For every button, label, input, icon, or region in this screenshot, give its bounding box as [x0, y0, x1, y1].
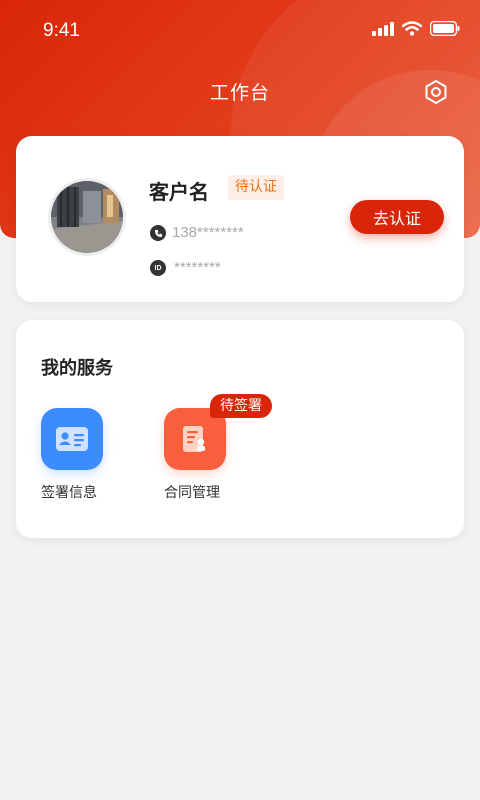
phone-icon	[150, 225, 166, 241]
phone-number: 138********	[172, 224, 244, 241]
gear-icon	[425, 80, 447, 104]
avatar	[48, 178, 126, 256]
id-card-icon	[41, 408, 103, 470]
settings-button[interactable]	[420, 76, 452, 108]
id-number: ********	[174, 259, 221, 276]
battery-icon	[430, 21, 460, 36]
status-icons	[372, 21, 460, 36]
services-title: 我的服务	[41, 358, 113, 379]
pending-sign-badge: 待签署	[210, 394, 272, 418]
profile-card: 客户名 待认证 138******** ID ******** 去认证	[16, 136, 464, 302]
id-icon: ID	[150, 260, 166, 276]
wifi-icon	[402, 21, 422, 36]
status-bar: 9:41	[0, 0, 480, 62]
status-time: 9:41	[43, 20, 80, 41]
page-title: 工作台	[209, 82, 270, 104]
signal-icon	[372, 21, 394, 36]
service-label: 合同管理	[164, 485, 220, 501]
status-badge: 待认证	[228, 175, 284, 200]
customer-name: 客户名	[149, 180, 209, 204]
verify-button[interactable]: 去认证	[350, 200, 444, 234]
services-card: 我的服务 签署信息 合同管理 待签署	[16, 320, 464, 538]
service-sign-info[interactable]: 签署信息	[41, 408, 121, 501]
service-label: 签署信息	[41, 485, 97, 501]
